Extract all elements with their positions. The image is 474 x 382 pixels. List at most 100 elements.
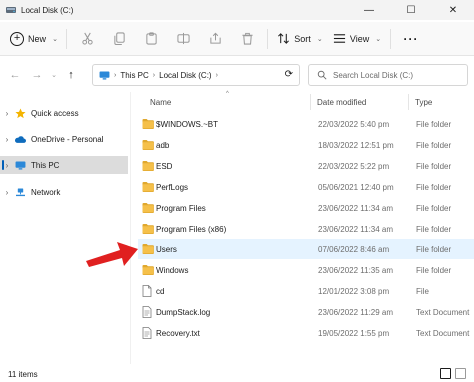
file-date-modified: 18/03/2022 12:51 pm (318, 140, 394, 150)
plus-icon: + (10, 31, 25, 46)
rename-button[interactable] (167, 27, 199, 51)
view-button[interactable]: View ⌄ (328, 27, 386, 51)
refresh-icon[interactable]: ⟳ (285, 69, 293, 80)
tiles-view-icon[interactable] (455, 368, 466, 379)
file-row[interactable]: Recovery.txt 19/05/2022 1:55 pm Text Docum… (138, 323, 474, 343)
file-type: File folder (416, 182, 452, 192)
toolbar-divider (390, 28, 391, 49)
file-name: $WINDOWS.~BT (156, 120, 219, 129)
file-type: File (416, 287, 429, 297)
chevron-right-icon[interactable]: › (0, 161, 14, 170)
folder-icon (142, 160, 154, 171)
sidebar-item-onedrive[interactable]: › OneDrive - Personal (0, 130, 128, 148)
annotation-arrow (86, 242, 138, 267)
sidebar-item-network[interactable]: › Network (0, 183, 128, 201)
column-divider[interactable] (310, 94, 311, 110)
up-button[interactable]: ↑ (60, 64, 82, 86)
folder-icon (142, 139, 154, 150)
new-button[interactable]: + New ⌄ (6, 27, 62, 51)
rename-icon (176, 32, 190, 45)
file-name: Program Files (156, 203, 206, 213)
star-icon (14, 107, 26, 118)
file-name: Program Files (x86) (156, 224, 227, 234)
toolbar-divider (267, 28, 268, 49)
close-button[interactable]: ✕ (432, 0, 474, 20)
file-date-modified: 07/06/2022 8:46 am (318, 245, 390, 255)
delete-button[interactable] (231, 27, 263, 51)
column-headers: ^ Name Date modified Type (132, 91, 474, 112)
back-button[interactable]: ← (4, 64, 26, 86)
file-type: File folder (416, 224, 452, 234)
file-row[interactable]: DumpStack.log 23/06/2022 11:29 am Text Doc… (138, 302, 474, 322)
file-row[interactable]: adb 18/03/2022 12:51 pm File folder (138, 135, 474, 155)
network-icon (14, 187, 26, 197)
file-row[interactable]: $WINDOWS.~BT 22/03/2022 5:40 pm File folde… (138, 114, 474, 134)
file-row[interactable]: Program Files 23/06/2022 11:34 am File fol… (138, 198, 474, 218)
file-name: DumpStack.log (156, 308, 211, 318)
drive-icon (6, 7, 16, 13)
folder-icon (142, 264, 154, 276)
sidebar-item-label: OneDrive - Personal (31, 134, 104, 144)
title-bar: Local Disk (C:) — ☐ ✕ (0, 0, 474, 20)
copy-button[interactable] (103, 27, 135, 51)
breadcrumb-local-disk[interactable]: Local Disk (C:) (159, 71, 211, 80)
sort-button[interactable]: Sort ⌄ (272, 27, 328, 51)
file-row[interactable]: PerfLogs 05/06/2021 12:40 pm File folder (138, 177, 474, 197)
pane-divider[interactable] (130, 92, 131, 364)
share-icon (209, 32, 221, 44)
sidebar-item-label: Quick access (31, 108, 79, 118)
sidebar-item-quick-access[interactable]: › Quick access (0, 104, 128, 122)
sidebar-item-this-pc[interactable]: › This PC (0, 156, 128, 174)
maximize-button[interactable]: ☐ (390, 0, 432, 20)
chevron-right-icon[interactable]: › (0, 188, 14, 197)
file-row[interactable]: Windows 23/06/2022 11:35 am File folder (138, 260, 474, 280)
file-row[interactable]: Users 07/06/2022 8:46 am File folder (138, 239, 474, 260)
breadcrumb-this-pc[interactable]: This PC (120, 71, 148, 80)
file-name: Windows (156, 266, 189, 276)
toolbar-divider (66, 28, 67, 49)
file-name: adb (156, 140, 170, 150)
file-date-modified: 23/06/2022 11:35 am (318, 266, 394, 276)
cut-button[interactable] (71, 27, 103, 51)
chevron-right-icon[interactable]: › (0, 109, 14, 118)
breadcrumb-separator: › (152, 71, 156, 79)
column-divider[interactable] (408, 94, 409, 110)
clipboard-icon (145, 32, 157, 45)
file-row[interactable]: Program Files (x86) 23/06/2022 11:34 am Fi… (138, 219, 474, 239)
minimize-button[interactable]: — (348, 0, 390, 20)
file-type: File folder (416, 120, 452, 129)
copy-icon (113, 32, 125, 45)
share-button[interactable] (199, 27, 231, 51)
file-date-modified: 23/06/2022 11:34 am (318, 203, 394, 213)
chevron-right-icon[interactable]: › (0, 135, 14, 144)
recent-locations-chevron-icon[interactable]: ⌄ (48, 64, 60, 86)
column-header-type[interactable]: Type (415, 98, 432, 107)
scissors-icon (81, 32, 93, 45)
folder-icon (142, 181, 154, 192)
sort-icon (278, 33, 290, 44)
column-header-name[interactable]: Name (150, 98, 171, 107)
file-date-modified: 22/03/2022 5:40 pm (318, 120, 390, 129)
column-header-date[interactable]: Date modified (317, 98, 366, 107)
view-list-icon (333, 34, 345, 43)
details-view-icon[interactable] (440, 368, 451, 379)
file-row[interactable]: cd 12/01/2022 3:08 pm File (138, 281, 474, 301)
sidebar-item-label: This PC (31, 160, 60, 170)
address-bar[interactable]: › This PC › Local Disk (C:) › ⟳ (92, 64, 300, 86)
folder-icon (142, 243, 154, 255)
cloud-icon (14, 134, 26, 144)
file-row[interactable]: ESD 22/03/2022 5:22 pm File folder (138, 156, 474, 176)
text-document-icon (142, 327, 154, 339)
file-type: File folder (416, 140, 452, 150)
command-bar: + New ⌄ Sort ⌄ View ⌄ ··· (0, 22, 474, 56)
file-date-modified: 23/06/2022 11:34 am (318, 224, 394, 234)
more-options-button[interactable]: ··· (395, 27, 427, 51)
file-type: File folder (416, 245, 452, 255)
file-name: cd (156, 287, 165, 297)
search-box[interactable]: Search Local Disk (C:) (308, 64, 468, 86)
file-name: Users (156, 245, 177, 255)
forward-button[interactable]: → (26, 64, 48, 86)
file-date-modified: 23/06/2022 11:29 am (318, 308, 394, 318)
trash-icon (241, 32, 253, 45)
paste-button[interactable] (135, 27, 167, 51)
